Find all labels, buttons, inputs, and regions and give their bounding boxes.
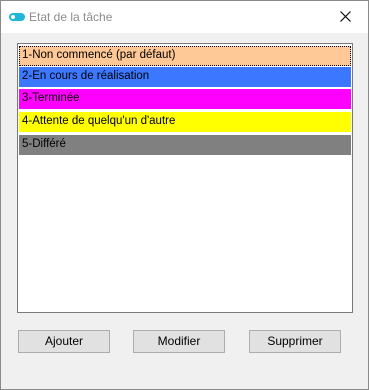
add-button[interactable]: Ajouter [18,330,110,353]
edit-button[interactable]: Modifier [133,330,225,353]
delete-button[interactable]: Supprimer [249,330,341,353]
close-button[interactable] [322,1,368,32]
status-listbox[interactable]: 1-Non commencé (par défaut) 2-En cours d… [17,43,353,313]
task-status-dialog: Etat de la tâche 1-Non commencé (par déf… [0,0,369,390]
list-item[interactable]: 5-Différé [19,135,351,155]
list-item[interactable]: 1-Non commencé (par défaut) [19,46,351,66]
title-bar[interactable]: Etat de la tâche [1,1,368,33]
dialog-body: 1-Non commencé (par défaut) 2-En cours d… [1,33,368,389]
window-title: Etat de la tâche [29,10,113,24]
toggle-icon [9,13,25,21]
close-icon [340,11,351,22]
list-item[interactable]: 4-Attente de quelqu'un d'autre [19,112,351,132]
list-item[interactable]: 3-Terminée [19,89,351,109]
list-item[interactable]: 2-En cours de réalisation [19,67,351,87]
